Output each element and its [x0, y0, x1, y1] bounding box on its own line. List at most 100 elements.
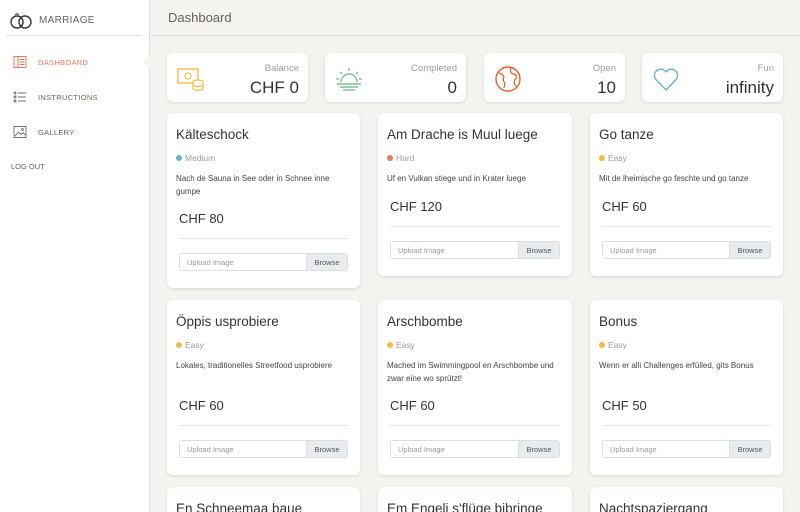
upload-control: Browse: [179, 440, 348, 458]
challenge-description: Lokales, traditionelles Streetfood uspro…: [176, 361, 333, 370]
difficulty-dot: [176, 155, 182, 161]
browse-button[interactable]: Browse: [729, 441, 770, 457]
list-icon: [13, 91, 26, 103]
stat-value: CHF 0: [249, 78, 299, 97]
challenge-price: CHF 80: [179, 211, 224, 226]
divider: [390, 226, 560, 227]
challenge-description: Mit de lheimische go feschte und go tanz…: [599, 174, 749, 183]
upload-image-input[interactable]: [603, 441, 729, 457]
sidebar: MARRIAGE DASHBOARD INSTRUCTIONS GALLERY: [0, 0, 150, 512]
difficulty-label: Easy: [185, 340, 204, 350]
globe-icon: [495, 66, 521, 92]
stat-label: Fun: [757, 63, 774, 74]
difficulty-badge: Easy: [599, 153, 627, 163]
divider: [179, 425, 348, 426]
challenge-title: Go tanze: [599, 127, 654, 142]
difficulty-dot: [176, 342, 182, 348]
upload-image-input[interactable]: [180, 254, 306, 270]
challenge-card: Nachtspaziergang: [590, 487, 783, 512]
challenge-title: Bonus: [599, 314, 638, 329]
challenge-price: CHF 60: [179, 398, 224, 413]
challenge-title: Arschbombe: [387, 314, 463, 329]
brand-name: MARRIAGE: [39, 15, 95, 26]
brand-logo[interactable]: MARRIAGE: [6, 6, 141, 36]
dashboard-icon: [13, 56, 27, 68]
challenge-card: Go tanze Easy Mit de lheimische go fesch…: [590, 113, 783, 276]
difficulty-label: Medium: [185, 153, 216, 163]
challenge-title: Em Engeli s'flüge bibringe: [387, 501, 543, 512]
challenge-description: Mached im Swimmingpool en Arschbombe und…: [387, 361, 554, 383]
upload-control: Browse: [602, 241, 771, 259]
challenge-title: Am Drache is Muul luege: [387, 127, 538, 142]
difficulty-badge: Easy: [387, 340, 415, 350]
upload-image-input[interactable]: [180, 441, 306, 457]
challenge-price: CHF 60: [602, 199, 647, 214]
stat-value: infinity: [725, 78, 774, 97]
sunrise-icon: [336, 68, 362, 91]
upload-image-input[interactable]: [391, 242, 518, 258]
challenge-card: Am Drache is Muul luege Hard Uf en Vulka…: [378, 113, 572, 276]
stat-value: 0: [447, 78, 457, 97]
difficulty-badge: Medium: [176, 153, 215, 163]
upload-control: Browse: [390, 241, 560, 259]
challenge-description: Nach de Sauna in See oder in Schnee inne…: [176, 174, 330, 196]
difficulty-dot: [387, 342, 393, 348]
page-title: Dashboard: [168, 10, 232, 25]
challenge-card: Öppis usprobiere Easy Lokales, tradition…: [167, 300, 360, 475]
challenge-price: CHF 60: [390, 398, 435, 413]
sidebar-item-label: INSTRUCTIONS: [38, 92, 98, 102]
sidebar-item-label: DASHBOARD: [38, 57, 89, 67]
sidebar-item-label: GALLERY: [38, 127, 75, 137]
sidebar-item-dashboard[interactable]: DASHBOARD: [13, 55, 88, 69]
stat-card-fun: Fun infinity: [642, 53, 783, 102]
challenge-card: Bonus Easy Wenn er alli Challenges erfül…: [590, 300, 783, 475]
browse-button[interactable]: Browse: [729, 242, 770, 258]
challenge-title: Öppis usprobiere: [176, 314, 279, 329]
challenge-title: En Schneemaa baue: [176, 501, 303, 512]
upload-control: Browse: [179, 253, 348, 271]
sidebar-active-indicator: [143, 55, 150, 69]
logout-link[interactable]: LOG OUT: [11, 162, 45, 171]
browse-button[interactable]: Browse: [518, 242, 559, 258]
upload-image-input[interactable]: [603, 242, 729, 258]
challenge-card: Arschbombe Easy Mached im Swimmingpool e…: [378, 300, 572, 475]
stat-label: Completed: [411, 63, 457, 74]
money-icon: [177, 68, 204, 92]
difficulty-dot: [599, 155, 605, 161]
difficulty-badge: Hard: [387, 153, 414, 163]
challenge-description: Wenn er alli Challenges erfülled, gits B…: [599, 361, 754, 370]
difficulty-label: Hard: [396, 153, 415, 163]
challenge-price: CHF 50: [602, 398, 647, 413]
browse-button[interactable]: Browse: [306, 441, 347, 457]
difficulty-badge: Easy: [599, 340, 627, 350]
challenge-title: Kälteschock: [176, 127, 249, 142]
difficulty-dot: [599, 342, 605, 348]
difficulty-dot: [387, 155, 393, 161]
challenge-title: Nachtspaziergang: [599, 501, 708, 512]
stat-card-open: Open 10: [484, 53, 625, 102]
divider: [602, 226, 771, 227]
upload-image-input[interactable]: [391, 441, 518, 457]
upload-control: Browse: [602, 440, 771, 458]
browse-button[interactable]: Browse: [518, 441, 559, 457]
rings-icon: [10, 12, 32, 29]
sidebar-item-instructions[interactable]: INSTRUCTIONS: [13, 90, 98, 104]
heart-icon: [653, 68, 679, 91]
upload-control: Browse: [390, 440, 560, 458]
top-navbar: Dashboard: [151, 0, 800, 36]
browse-button[interactable]: Browse: [306, 254, 347, 270]
challenge-description: Uf en Vulkan stiege und in Krater luege: [387, 174, 526, 183]
stat-value: 10: [597, 78, 616, 97]
difficulty-badge: Easy: [176, 340, 204, 350]
challenge-card: Em Engeli s'flüge bibringe: [378, 487, 572, 512]
sidebar-item-gallery[interactable]: GALLERY: [13, 125, 75, 139]
image-icon: [13, 126, 27, 138]
challenge-price: CHF 120: [390, 199, 443, 214]
stat-card-completed: Completed 0: [325, 53, 466, 102]
challenge-card: Kälteschock Medium Nach de Sauna in See …: [167, 113, 360, 288]
stat-card-balance: Balance CHF 0: [167, 53, 308, 102]
difficulty-label: Easy: [396, 340, 415, 350]
divider: [179, 238, 348, 239]
challenge-card: En Schneemaa baue: [167, 487, 360, 512]
stat-label: Open: [592, 63, 616, 74]
